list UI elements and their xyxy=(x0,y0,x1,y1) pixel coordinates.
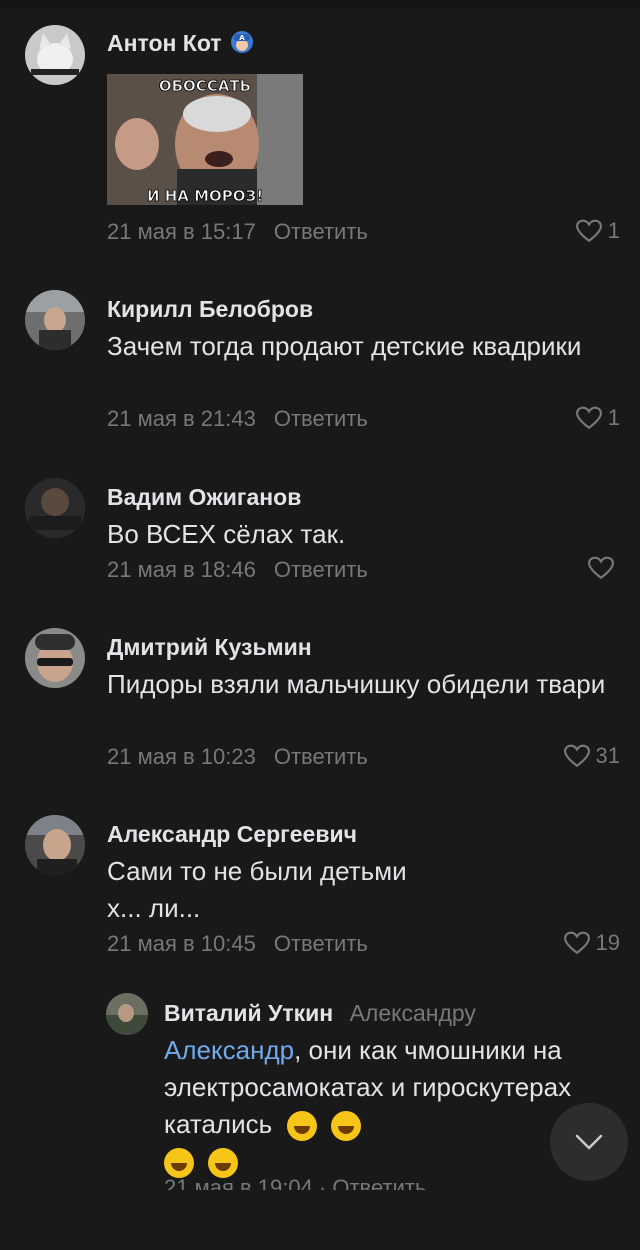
mention-link[interactable]: Александр xyxy=(164,1035,294,1065)
svg-text:A: A xyxy=(239,34,245,42)
comment-meta: 21 мая в 18:46 Ответить xyxy=(107,557,368,583)
comment-author[interactable]: Вадим Ожиганов xyxy=(107,484,301,511)
rofl-emoji-icon xyxy=(164,1148,194,1179)
heart-icon xyxy=(563,931,590,955)
chevron-down-icon xyxy=(575,1134,603,1150)
comment-meta: 21 мая в 15:17 Ответить xyxy=(107,219,368,245)
rofl-emoji-icon xyxy=(287,1111,318,1142)
reply-button[interactable]: Ответить xyxy=(274,406,368,431)
comment-text: Сами то не были детьми х... ли... xyxy=(107,853,607,927)
like-count: 1 xyxy=(607,218,620,243)
scroll-down-button[interactable] xyxy=(550,1103,628,1181)
captain-america-icon: A xyxy=(230,30,254,60)
reply-button[interactable]: Ответить xyxy=(274,219,368,244)
comment-meta: 21 мая в 10:45 Ответить xyxy=(107,931,368,957)
avatar[interactable] xyxy=(25,815,85,875)
heart-icon xyxy=(575,406,602,430)
heart-icon xyxy=(563,744,590,768)
reply-button[interactable]: Ответить xyxy=(274,744,368,769)
like-count: 1 xyxy=(607,405,620,430)
meme-image[interactable]: ОБОССАТЬ И НА МОРОЗ! xyxy=(107,74,303,205)
like-button[interactable]: 19 xyxy=(563,930,620,956)
avatar[interactable] xyxy=(25,25,85,85)
comment-date: 21 мая в 10:45 xyxy=(107,931,256,956)
reply-text: Александр, они как чмошники на электроса… xyxy=(164,1032,584,1180)
heart-icon xyxy=(575,219,602,243)
comment-date: 21 мая в 21:43 xyxy=(107,406,256,431)
comment-author[interactable]: Кирилл Белобров xyxy=(107,296,313,323)
rofl-emoji-icon xyxy=(208,1148,238,1179)
avatar[interactable] xyxy=(106,993,148,1035)
comment-meta: 21 мая в 21:43 Ответить xyxy=(107,406,368,432)
like-count: 19 xyxy=(595,930,620,955)
comment-date: 21 мая в 10:23 xyxy=(107,744,256,769)
top-divider xyxy=(0,0,640,8)
comment-date: 21 мая в 15:17 xyxy=(107,219,256,244)
comment-meta: 21 мая в 10:23 Ответить xyxy=(107,744,368,770)
avatar[interactable] xyxy=(25,478,85,538)
reply-button[interactable]: Ответить xyxy=(274,557,368,582)
reply-author[interactable]: Виталий Уткин Александру xyxy=(164,1000,476,1027)
comment-author[interactable]: Александр Сергеевич xyxy=(107,821,357,848)
reply-to: Александру xyxy=(349,1000,476,1026)
comment-text: Зачем тогда продают детские квадрики xyxy=(107,331,582,361)
comment-text: Во ВСЕХ сёлах так. xyxy=(107,519,346,549)
svg-text:И НА МОРОЗ!: И НА МОРОЗ! xyxy=(147,187,263,205)
like-button[interactable]: 1 xyxy=(575,405,620,431)
comment-text: Пидоры взяли мальчишку обидели твари xyxy=(107,669,606,699)
bottom-edge xyxy=(0,1190,640,1250)
heart-icon xyxy=(588,556,614,580)
comment-text-line: Сами то не были детьми xyxy=(107,856,407,886)
svg-text:ОБОССАТЬ: ОБОССАТЬ xyxy=(159,77,251,95)
comment-author[interactable]: Антон Кот A xyxy=(107,30,254,60)
like-button[interactable]: 31 xyxy=(563,743,620,769)
comment-author[interactable]: Дмитрий Кузьмин xyxy=(107,634,312,661)
comment-date: 21 мая в 18:46 xyxy=(107,557,256,582)
like-count: 31 xyxy=(595,743,620,768)
like-button[interactable] xyxy=(588,556,620,580)
rofl-emoji-icon xyxy=(331,1111,362,1142)
comment-text-line: х... ли... xyxy=(107,893,201,923)
reply-button[interactable]: Ответить xyxy=(274,931,368,956)
avatar[interactable] xyxy=(25,290,85,350)
like-button[interactable]: 1 xyxy=(575,218,620,244)
avatar[interactable] xyxy=(25,628,85,688)
